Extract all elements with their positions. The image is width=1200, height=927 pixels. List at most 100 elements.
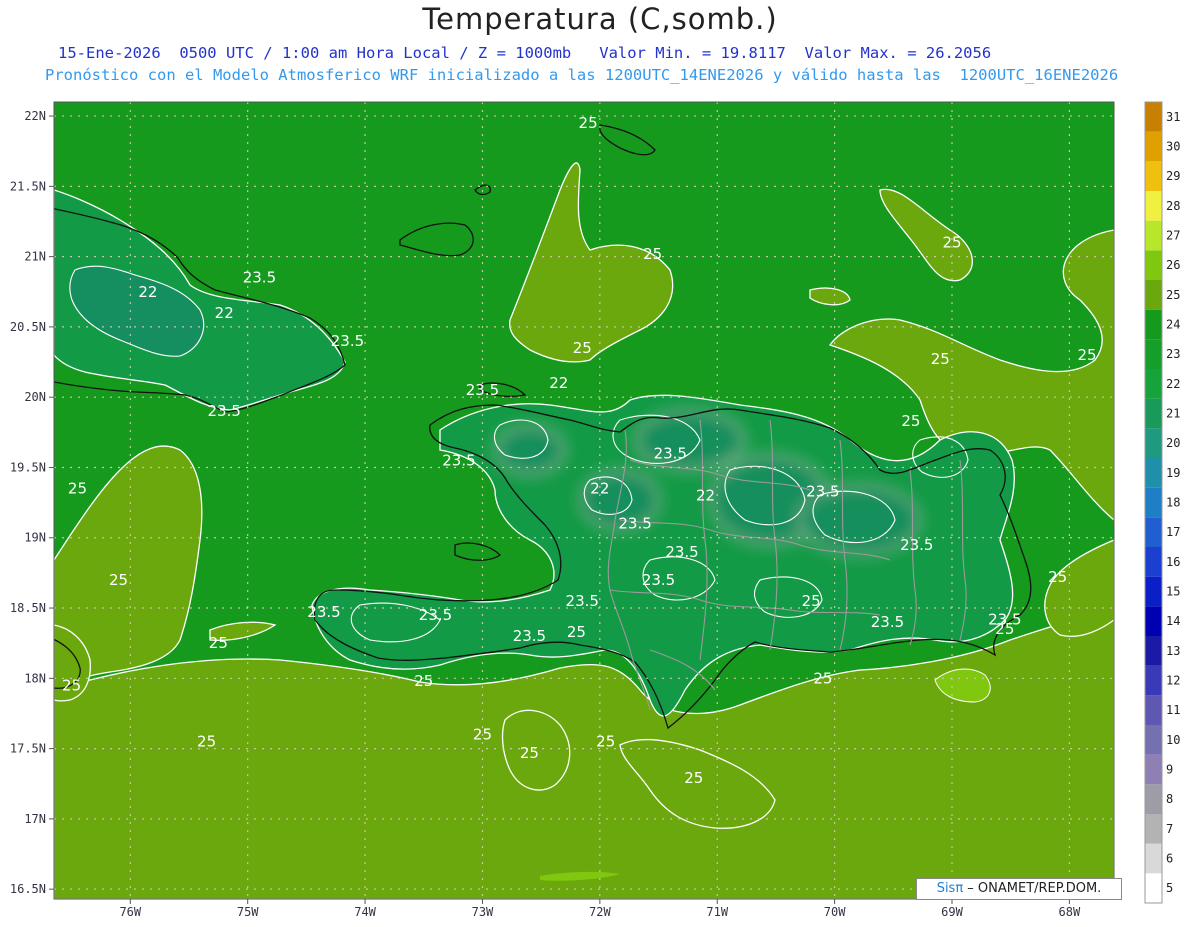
colorbar-label: 24 bbox=[1166, 318, 1180, 332]
contour-label: 23.5 bbox=[466, 381, 499, 399]
colorbar-swatch bbox=[1145, 191, 1162, 221]
contour-label: 22 bbox=[590, 480, 609, 498]
contour-label: 22 bbox=[215, 304, 234, 322]
colorbar-swatch bbox=[1145, 576, 1162, 607]
colorbar-swatch bbox=[1145, 725, 1162, 755]
lat-tick-label: 18.5N bbox=[10, 601, 46, 615]
colorbar-swatch bbox=[1145, 220, 1162, 251]
colorbar-label: 17 bbox=[1166, 525, 1180, 539]
contour-label: 23.5 bbox=[566, 592, 599, 610]
lat-tick-label: 20N bbox=[24, 390, 46, 404]
contour-label: 23.5 bbox=[871, 613, 904, 631]
colorbar-label: 16 bbox=[1166, 555, 1180, 569]
lat-tick-label: 19N bbox=[24, 531, 46, 545]
colorbar-label: 7 bbox=[1166, 822, 1173, 836]
contour-label: 23.5 bbox=[442, 451, 475, 469]
contour-label: 23.5 bbox=[900, 536, 933, 554]
lat-tick-label: 17.5N bbox=[10, 742, 46, 756]
lat-tick-label: 22N bbox=[24, 109, 46, 123]
colorbar-swatch bbox=[1145, 369, 1162, 399]
colorbar-swatch bbox=[1145, 131, 1162, 162]
lon-tick-label: 69W bbox=[941, 905, 963, 919]
colorbar-swatch bbox=[1145, 754, 1162, 785]
contour-label: 23.5 bbox=[654, 444, 687, 462]
lat-tick-label: 18N bbox=[24, 671, 46, 685]
colorbar: 5 6 7 8 9 10 11 12 13 14 15 16 17 18 19 20 21 22 23 24 25 26 2… bbox=[1144, 101, 1180, 904]
contour-label: 25 bbox=[901, 412, 920, 430]
contour-label: 22 bbox=[549, 374, 568, 392]
colorbar-label: 14 bbox=[1166, 614, 1180, 628]
colorbar-swatch bbox=[1145, 161, 1162, 191]
colorbar-label: 31 bbox=[1166, 110, 1180, 124]
contour-label: 25 bbox=[1077, 346, 1096, 364]
colorbar-swatch bbox=[1145, 517, 1162, 547]
colorbar-swatch bbox=[1145, 102, 1162, 132]
colorbar-label: 10 bbox=[1166, 733, 1180, 747]
contour-label: 25 bbox=[684, 769, 703, 787]
longitude-axis: 76W 75W 74W 73W 72W 71W 70W 69W 68W bbox=[119, 899, 1081, 919]
contour-label: 23.5 bbox=[208, 402, 241, 420]
contour-label: 25 bbox=[68, 480, 87, 498]
colorbar-label: 21 bbox=[1166, 407, 1180, 421]
colorbar-label: 8 bbox=[1166, 792, 1173, 806]
colorbar-label: 11 bbox=[1166, 703, 1180, 717]
contour-label: 23.5 bbox=[243, 269, 276, 287]
contour-label: 23.5 bbox=[665, 543, 698, 561]
colorbar-swatch bbox=[1145, 636, 1162, 666]
colorbar-label: 13 bbox=[1166, 644, 1180, 658]
colorbar-swatch bbox=[1145, 280, 1162, 310]
colorbar-label: 12 bbox=[1166, 674, 1180, 688]
colorbar-label: 6 bbox=[1166, 852, 1173, 866]
lon-tick-label: 71W bbox=[706, 905, 728, 919]
lon-tick-label: 74W bbox=[354, 905, 376, 919]
contour-label: 25 bbox=[573, 339, 592, 357]
lon-tick-label: 70W bbox=[824, 905, 846, 919]
sispi-logo-text: Sisπ bbox=[936, 881, 964, 896]
lat-tick-label: 20.5N bbox=[10, 320, 46, 334]
lon-tick-label: 73W bbox=[472, 905, 494, 919]
contour-label: 25 bbox=[197, 733, 216, 751]
colorbar-label: 18 bbox=[1166, 496, 1180, 510]
contour-label: 25 bbox=[802, 592, 821, 610]
colorbar-swatch bbox=[1145, 487, 1162, 518]
contour-label: 23.5 bbox=[331, 332, 364, 350]
contour-label: 23.5 bbox=[618, 515, 651, 533]
contour-label: 23.5 bbox=[806, 482, 839, 500]
colorbar-label: 22 bbox=[1166, 377, 1180, 391]
lon-tick-label: 76W bbox=[119, 905, 141, 919]
colorbar-label: 15 bbox=[1166, 585, 1180, 599]
colorbar-label: 28 bbox=[1166, 199, 1180, 213]
colorbar-label: 27 bbox=[1166, 229, 1180, 243]
colorbar-swatch bbox=[1145, 309, 1162, 340]
contour-label: 25 bbox=[1048, 568, 1067, 586]
lon-tick-label: 68W bbox=[1059, 905, 1081, 919]
colorbar-swatch bbox=[1145, 606, 1162, 636]
lat-tick-label: 16.5N bbox=[10, 882, 46, 896]
colorbar-swatch bbox=[1145, 843, 1162, 874]
contour-label: 25 bbox=[567, 623, 586, 641]
colorbar-swatch bbox=[1145, 695, 1162, 725]
colorbar-swatch bbox=[1145, 814, 1162, 844]
colorbar-label: 25 bbox=[1166, 288, 1180, 302]
contour-label: 23.5 bbox=[307, 603, 340, 621]
contour-label: 22 bbox=[696, 487, 715, 505]
colorbar-swatch bbox=[1145, 873, 1162, 903]
colorbar-swatch bbox=[1145, 665, 1162, 696]
contour-label: 25 bbox=[414, 672, 433, 690]
contour-label: 23.5 bbox=[642, 571, 675, 589]
colorbar-swatch bbox=[1145, 398, 1162, 429]
credit-text: – ONAMET/REP.DOM. bbox=[963, 881, 1102, 896]
lon-tick-label: 75W bbox=[237, 905, 259, 919]
contour-label: 25 bbox=[995, 620, 1014, 638]
colorbar-label: 20 bbox=[1166, 436, 1180, 450]
colorbar-label: 19 bbox=[1166, 466, 1180, 480]
contour-label: 25 bbox=[520, 744, 539, 762]
lat-tick-label: 17N bbox=[24, 812, 46, 826]
colorbar-swatch bbox=[1145, 339, 1162, 369]
lat-tick-label: 21.5N bbox=[10, 179, 46, 193]
colorbar-label: 29 bbox=[1166, 169, 1180, 183]
colorbar-label: 23 bbox=[1166, 347, 1180, 361]
colorbar-label: 9 bbox=[1166, 763, 1173, 777]
latitude-axis: 22N 21.5N 21N 20.5N 20N 19.5N 19N 18.5N 18N 17.5N… bbox=[10, 109, 54, 896]
contour-label: 25 bbox=[643, 245, 662, 263]
